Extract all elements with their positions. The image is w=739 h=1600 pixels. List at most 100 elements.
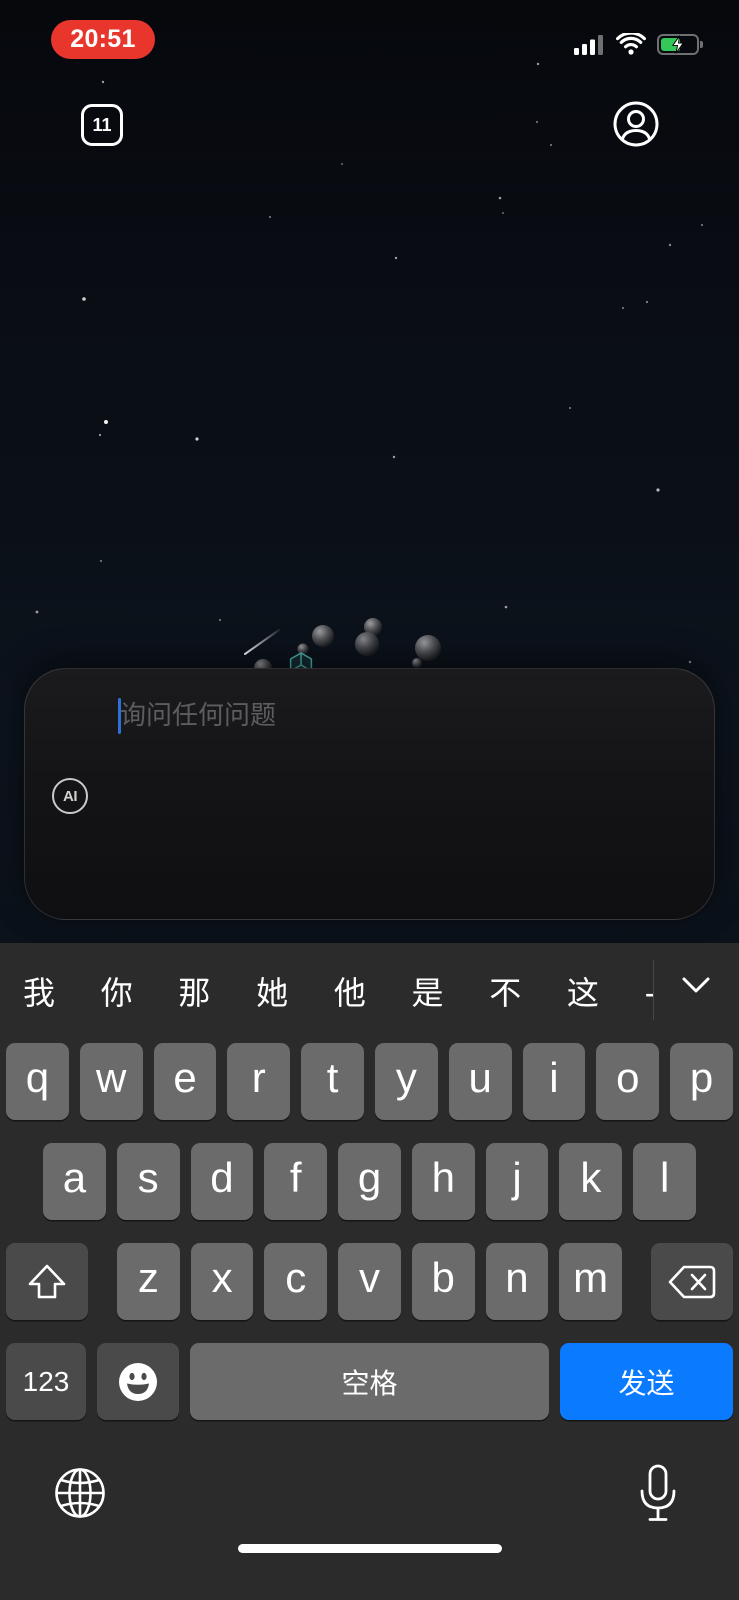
key-c[interactable]: c bbox=[264, 1243, 328, 1320]
ask-card[interactable]: AI bbox=[24, 668, 715, 920]
key-z[interactable]: z bbox=[117, 1243, 180, 1320]
candidate-word[interactable]: 你 bbox=[101, 955, 133, 1031]
floating-sphere bbox=[415, 635, 441, 661]
candidate-bar: 我 你 那 她 他 是 不 这 - bbox=[0, 955, 653, 1031]
chevron-down-icon bbox=[682, 977, 710, 993]
battery-charging-icon bbox=[657, 34, 704, 55]
key-k[interactable]: k bbox=[559, 1143, 623, 1220]
key-a[interactable]: a bbox=[43, 1143, 106, 1220]
star bbox=[104, 420, 108, 424]
candidate-divider bbox=[653, 960, 654, 1020]
star bbox=[98, 433, 102, 437]
star bbox=[502, 212, 504, 214]
key-row-3: z x c v b n m bbox=[117, 1243, 623, 1320]
star bbox=[688, 660, 692, 664]
wifi-icon bbox=[616, 33, 646, 55]
candidate-word[interactable]: - bbox=[645, 955, 653, 1031]
floating-sphere bbox=[297, 643, 309, 655]
star bbox=[498, 196, 502, 200]
key-x[interactable]: x bbox=[190, 1243, 254, 1320]
cellular-signal-icon bbox=[574, 35, 604, 55]
charging-bolt-icon bbox=[672, 35, 684, 54]
star bbox=[269, 216, 271, 218]
key-h[interactable]: h bbox=[411, 1143, 475, 1220]
candidate-word[interactable]: 是 bbox=[412, 955, 444, 1031]
key-s[interactable]: s bbox=[116, 1143, 180, 1220]
star bbox=[504, 605, 508, 609]
candidate-word[interactable]: 他 bbox=[334, 955, 366, 1031]
star bbox=[656, 488, 660, 492]
star bbox=[536, 121, 538, 123]
key-l[interactable]: l bbox=[633, 1143, 697, 1220]
status-time-pill[interactable]: 20:51 bbox=[51, 20, 155, 59]
home-indicator[interactable] bbox=[238, 1544, 502, 1553]
space-key[interactable]: 空格 bbox=[190, 1343, 549, 1420]
key-i[interactable]: i bbox=[522, 1043, 586, 1120]
key-y[interactable]: y bbox=[374, 1043, 438, 1120]
emoji-key[interactable] bbox=[97, 1343, 179, 1420]
star bbox=[219, 619, 221, 621]
key-b[interactable]: b bbox=[411, 1243, 475, 1320]
star bbox=[569, 407, 571, 409]
tabs-button[interactable]: 11 bbox=[81, 104, 123, 146]
emoji-icon bbox=[119, 1362, 157, 1401]
globe-button[interactable] bbox=[54, 1467, 106, 1519]
star bbox=[392, 455, 396, 459]
numbers-key[interactable]: 123 bbox=[6, 1343, 86, 1420]
floating-sphere bbox=[412, 658, 422, 668]
key-u[interactable]: u bbox=[448, 1043, 512, 1120]
key-p[interactable]: p bbox=[670, 1043, 733, 1120]
star bbox=[550, 144, 552, 146]
question-input[interactable] bbox=[120, 698, 660, 738]
key-o[interactable]: o bbox=[596, 1043, 660, 1120]
star bbox=[35, 610, 39, 614]
key-g[interactable]: g bbox=[338, 1143, 401, 1220]
keyboard: 我 你 那 她 他 是 不 这 - q w e r t y u i o p bbox=[0, 943, 739, 1600]
dictation-button[interactable] bbox=[638, 1464, 678, 1522]
candidate-word[interactable]: 不 bbox=[489, 955, 521, 1031]
shooting-star bbox=[244, 629, 280, 655]
battery-body bbox=[657, 34, 699, 55]
candidate-word[interactable]: 我 bbox=[23, 955, 55, 1031]
key-e[interactable]: e bbox=[153, 1043, 217, 1120]
star bbox=[101, 80, 105, 84]
shift-key[interactable] bbox=[6, 1243, 88, 1320]
key-q[interactable]: q bbox=[6, 1043, 69, 1120]
floating-sphere bbox=[355, 632, 379, 656]
key-row-1: q w e r t y u i o p bbox=[6, 1043, 733, 1120]
microphone-icon bbox=[640, 1464, 676, 1521]
battery-nub bbox=[700, 41, 703, 48]
key-n[interactable]: n bbox=[485, 1243, 549, 1320]
star bbox=[622, 307, 624, 309]
stars bbox=[35, 62, 703, 664]
star bbox=[394, 256, 398, 260]
candidate-word[interactable]: 她 bbox=[256, 955, 288, 1031]
candidate-word[interactable]: 那 bbox=[178, 955, 210, 1031]
key-r[interactable]: r bbox=[227, 1043, 291, 1120]
key-m[interactable]: m bbox=[559, 1243, 623, 1320]
star bbox=[341, 163, 343, 165]
app-screen: 20:51 11 询问任何问题 AI 我 你 那 她 他 是 不 这 q w e… bbox=[0, 0, 739, 1600]
ai-icon[interactable]: AI bbox=[52, 778, 88, 814]
expand-candidates-button[interactable] bbox=[674, 969, 718, 1001]
key-v[interactable]: v bbox=[338, 1243, 401, 1320]
key-d[interactable]: d bbox=[190, 1143, 254, 1220]
floating-sphere bbox=[312, 625, 334, 647]
globe-icon bbox=[55, 1468, 105, 1518]
key-j[interactable]: j bbox=[485, 1143, 549, 1220]
delete-key[interactable] bbox=[651, 1243, 733, 1320]
key-w[interactable]: w bbox=[79, 1043, 143, 1120]
send-key[interactable]: 发送 bbox=[560, 1343, 733, 1420]
key-row-2: a s d f g h j k l bbox=[43, 1143, 697, 1220]
key-t[interactable]: t bbox=[301, 1043, 364, 1120]
delete-icon bbox=[668, 1265, 716, 1298]
profile-icon bbox=[613, 101, 659, 147]
key-f[interactable]: f bbox=[264, 1143, 328, 1220]
ai-icon-label: AI bbox=[63, 787, 78, 805]
star bbox=[668, 243, 672, 247]
tab-count: 11 bbox=[92, 114, 112, 135]
candidate-word[interactable]: 这 bbox=[567, 955, 599, 1031]
star bbox=[195, 437, 199, 441]
profile-button[interactable] bbox=[613, 101, 659, 147]
star bbox=[536, 62, 540, 66]
